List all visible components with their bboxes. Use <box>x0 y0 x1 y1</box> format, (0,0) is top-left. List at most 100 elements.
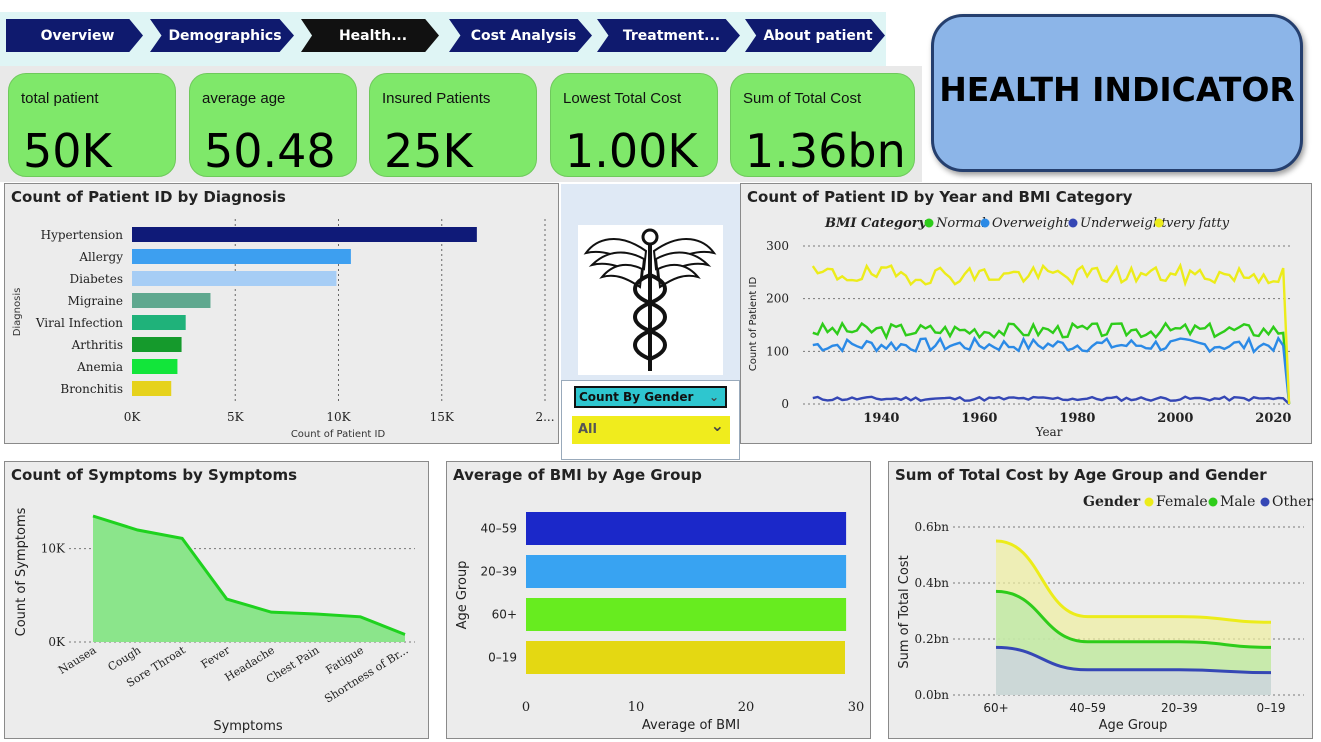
category-label: 60+ <box>492 608 517 622</box>
x-tick-label: 0–19 <box>1257 701 1286 715</box>
kpi-label: Lowest Total Cost <box>563 90 682 107</box>
x-axis-label: Year <box>1035 425 1063 439</box>
bar <box>132 227 477 242</box>
legend-title: Gender <box>1083 494 1141 510</box>
y-axis-label: Count of Patient ID <box>748 277 759 372</box>
x-axis-label: Age Group <box>1099 718 1168 733</box>
y-axis-label: Diagnosis <box>12 288 23 337</box>
tab-about-patient[interactable]: About patient <box>745 19 885 52</box>
kpi-card-insured-patients: Insured Patients 25K <box>369 73 537 178</box>
x-tick-label: 60+ <box>983 701 1008 715</box>
kpi-label: Sum of Total Cost <box>743 90 862 107</box>
bar <box>132 315 186 330</box>
kpi-value: 50K <box>23 124 112 178</box>
kpi-label: average age <box>202 90 286 107</box>
slicer-dropdown[interactable]: All ⌄ <box>572 416 730 444</box>
symptoms-chart-panel: Count of Symptoms by Symptoms 0K 10K Nause… <box>4 461 429 739</box>
category-label: Hypertension <box>41 228 124 242</box>
tab-health[interactable]: Health... <box>301 19 439 52</box>
legend-item: Normal <box>935 216 986 231</box>
category-label: Anemia <box>76 360 123 374</box>
bar <box>132 337 182 352</box>
x-tick-label: 20 <box>738 700 755 715</box>
legend-item: Other <box>1272 494 1313 510</box>
kpi-value: 1.36bn <box>745 124 906 178</box>
bar <box>132 249 351 264</box>
cost-age-chart-panel: Sum of Total Cost by Age Group and Gende… <box>888 461 1313 739</box>
kpi-card-lowest-total-cost: Lowest Total Cost 1.00K <box>550 73 718 178</box>
bar <box>526 512 847 545</box>
y-tick-label: 100 <box>766 344 789 358</box>
series-line <box>812 335 1291 405</box>
y-axis-label: Count of Symptoms <box>14 507 29 636</box>
tab-cost-analysis[interactable]: Cost Analysis <box>449 19 592 52</box>
x-axis-label: Count of Patient ID <box>291 429 386 440</box>
legend-marker <box>980 218 990 228</box>
legend-item: very fatty <box>1166 216 1230 231</box>
legend-marker <box>924 218 934 228</box>
x-tick-label: 20–39 <box>1161 701 1198 715</box>
kpi-value: 25K <box>384 124 473 178</box>
tab-treatment[interactable]: Treatment... <box>597 19 740 52</box>
category-label: 0–19 <box>488 651 517 665</box>
legend-marker <box>1154 218 1164 228</box>
category-label: Diabetes <box>70 272 123 286</box>
chevron-down-icon: ⌄ <box>708 390 719 404</box>
legend-marker <box>1208 497 1218 507</box>
y-axis-label: Age Group <box>455 561 470 630</box>
x-tick-label: 2020 <box>1255 411 1291 426</box>
gender-slicer: Count By Gender ⌄ All ⌄ <box>561 380 740 460</box>
bar <box>132 271 337 286</box>
x-tick-label: 30 <box>848 700 865 715</box>
kpi-label: Insured Patients <box>382 90 491 107</box>
kpi-label: total patient <box>21 90 99 107</box>
legend-item: Underweight <box>1080 216 1167 231</box>
page-title: HEALTH INDICATOR <box>939 69 1295 109</box>
y-axis-label: Sum of Total Cost <box>897 555 912 668</box>
tab-demographics[interactable]: Demographics <box>150 19 294 52</box>
x-tick-label: Shortness of Br... <box>322 644 410 706</box>
y-tick-label: 0.4bn <box>915 576 950 590</box>
x-tick-label: Cough <box>106 644 144 674</box>
slicer-title-dropdown[interactable]: Count By Gender ⌄ <box>574 386 727 408</box>
tab-label: About patient <box>763 27 873 44</box>
bar <box>526 641 845 674</box>
area-fill <box>93 516 405 642</box>
caduceus-graphic <box>583 228 717 371</box>
x-tick-label: 2... <box>535 410 554 424</box>
tab-overview[interactable]: Overview <box>6 19 143 52</box>
legend-item: Female <box>1156 494 1208 510</box>
x-axis-label: Average of BMI <box>642 718 740 733</box>
x-tick-label: Fever <box>199 643 233 671</box>
kpi-value: 50.48 <box>204 124 336 178</box>
slicer-title: Count By Gender <box>579 390 694 404</box>
bmi-age-chart-panel: Average of BMI by Age Group 40–59 20–39 60… <box>446 461 871 739</box>
y-tick-label: 300 <box>766 239 789 253</box>
category-label: Viral Infection <box>35 316 123 330</box>
bmi-year-chart-panel: Count of Patient ID by Year and BMI Cate… <box>740 183 1312 444</box>
category-label: 20–39 <box>480 565 517 579</box>
x-tick-label: 10 <box>628 700 645 715</box>
slicer-value: All <box>578 422 597 437</box>
category-label: Allergy <box>78 250 123 264</box>
tab-label: Health... <box>338 27 408 44</box>
bar <box>526 598 847 631</box>
diagnosis-chart-panel: Count of Patient ID by Diagnosis 0K 5K 10K… <box>4 183 559 444</box>
bar <box>132 381 172 396</box>
legend-marker <box>1260 497 1270 507</box>
y-tick-label: 0 <box>781 397 789 411</box>
legend-marker <box>1068 218 1078 228</box>
x-tick-label: 0K <box>124 410 142 424</box>
category-label: Arthritis <box>71 338 123 352</box>
cost-age-chart: 0.0bn 0.2bn 0.4bn 0.6bn 60+ 40–59 20–39 0–19 Age… <box>897 494 1313 733</box>
kpi-card-average-age: average age 50.48 <box>189 73 357 178</box>
series-line <box>812 395 1290 405</box>
x-tick-label: 1980 <box>1059 411 1095 426</box>
y-tick-label: 0.0bn <box>915 688 950 702</box>
x-tick-label: 1960 <box>961 411 997 426</box>
legend-marker <box>1144 497 1154 507</box>
category-label: Migraine <box>68 294 123 308</box>
x-tick-label: 10K <box>326 410 351 424</box>
legend-item: Overweight <box>992 216 1070 231</box>
y-tick-label: 0K <box>48 635 66 649</box>
